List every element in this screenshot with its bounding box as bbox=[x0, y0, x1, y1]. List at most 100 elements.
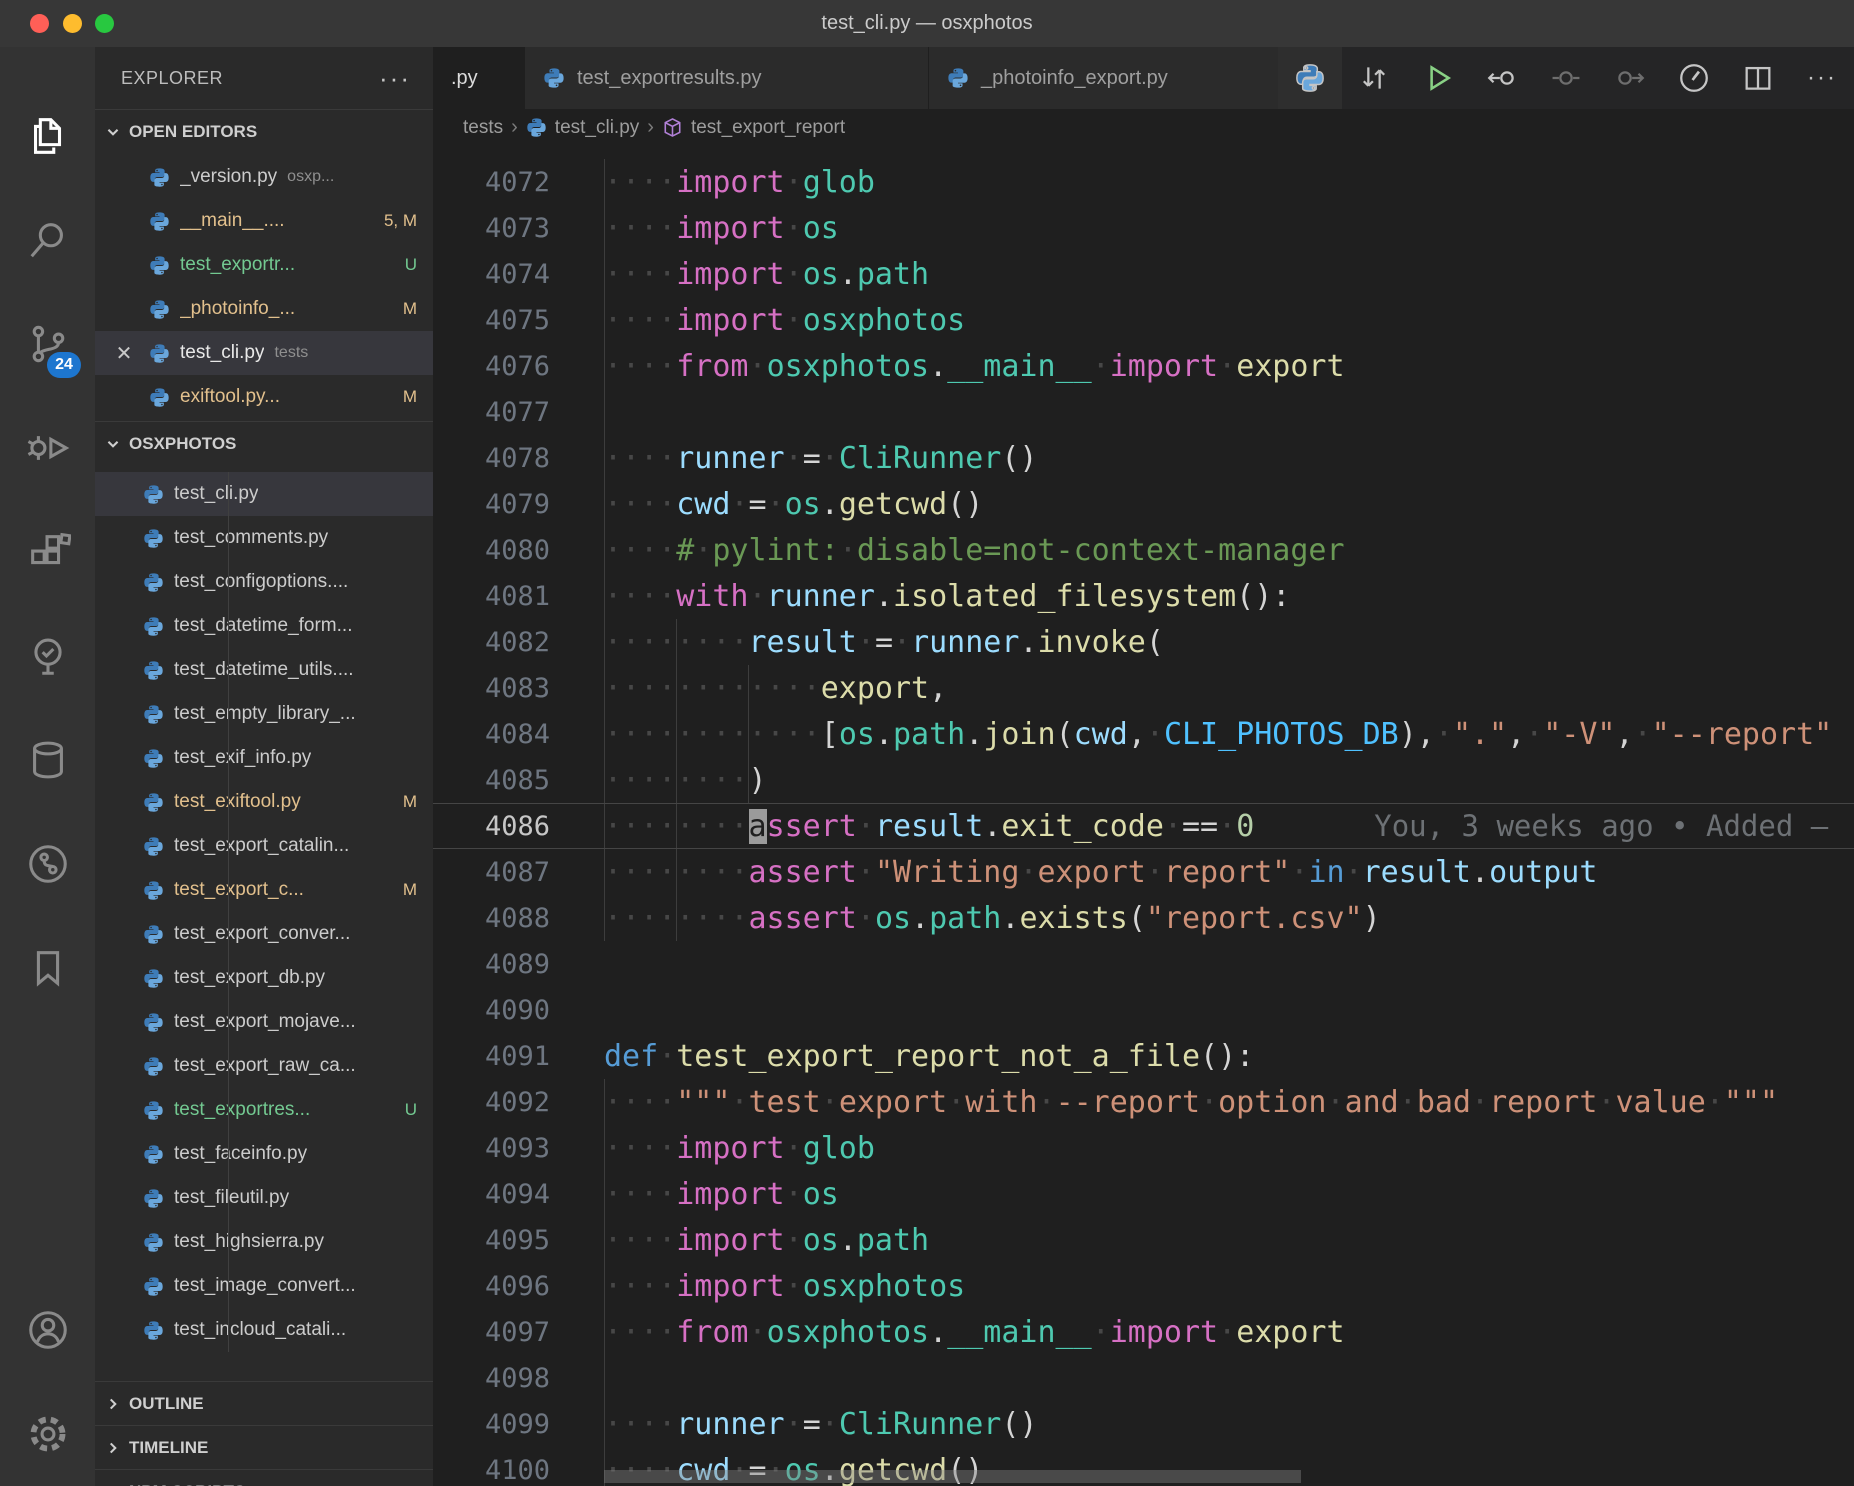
file-tree-item[interactable]: test_cli.py bbox=[95, 472, 433, 516]
git-blame-annotation: You, 3 weeks ago • Added – bbox=[1374, 809, 1828, 843]
file-tree-item[interactable]: test_export_mojave... bbox=[95, 1000, 433, 1044]
database-icon[interactable] bbox=[0, 720, 95, 800]
code-line[interactable]: 4093····import·glob bbox=[433, 1125, 1854, 1171]
code-line[interactable]: 4088········assert·os.path.exists("repor… bbox=[433, 895, 1854, 941]
step-over-icon[interactable] bbox=[1534, 47, 1598, 109]
section-header-outline[interactable]: OUTLINE bbox=[95, 1381, 433, 1425]
python-file-icon bbox=[143, 1276, 164, 1297]
tab--photoinfo-export-py[interactable]: _photoinfo_export.py bbox=[929, 47, 1287, 109]
code-line[interactable]: 4094····import·os bbox=[433, 1171, 1854, 1217]
code-line[interactable]: 4082········result·=·runner.invoke( bbox=[433, 619, 1854, 665]
file-tree-item[interactable]: test_export_db.py bbox=[95, 956, 433, 1000]
profile-icon[interactable] bbox=[1662, 47, 1726, 109]
code-line[interactable]: 4081····with·runner.isolated_filesystem(… bbox=[433, 573, 1854, 619]
file-tree-item[interactable]: test_datetime_utils.... bbox=[95, 648, 433, 692]
open-editor-item[interactable]: __main__....5, M bbox=[95, 199, 433, 243]
code-line[interactable]: 4097····from·osxphotos.__main__·import·e… bbox=[433, 1309, 1854, 1355]
code-line[interactable]: 4087········assert·"Writing·export·repor… bbox=[433, 849, 1854, 895]
code-line[interactable]: 4075····import·osxphotos bbox=[433, 297, 1854, 343]
file-tree-item[interactable]: test_export_c...M bbox=[95, 868, 433, 912]
file-tree-item[interactable]: test_highsierra.py bbox=[95, 1220, 433, 1264]
code-line[interactable]: 4095····import·os.path bbox=[433, 1217, 1854, 1263]
code-line[interactable]: 4084············[os.path.join(cwd,·CLI_P… bbox=[433, 711, 1854, 757]
code-line[interactable]: 4086········assert·result.exit_code·==·0… bbox=[433, 803, 1854, 849]
run-icon[interactable] bbox=[1406, 47, 1470, 109]
file-tree-item[interactable]: test_faceinfo.py bbox=[95, 1132, 433, 1176]
zoom-window-button[interactable] bbox=[95, 14, 114, 33]
file-tree-item[interactable]: test_exif_info.py bbox=[95, 736, 433, 780]
section-header-timeline[interactable]: TIMELINE bbox=[95, 1425, 433, 1469]
section-header-npm-scripts[interactable]: NPM SCRIPTS bbox=[95, 1469, 433, 1486]
file-tree-item[interactable]: test_empty_library_... bbox=[95, 692, 433, 736]
open-editor-item[interactable]: test_exportr...U bbox=[95, 243, 433, 287]
file-tree-item[interactable]: test_export_conver... bbox=[95, 912, 433, 956]
search-icon[interactable] bbox=[0, 200, 95, 280]
code-line[interactable]: 4073····import·os bbox=[433, 205, 1854, 251]
minimize-window-button[interactable] bbox=[63, 14, 82, 33]
open-editor-item[interactable]: _photoinfo_...M bbox=[95, 287, 433, 331]
code-line[interactable]: 4085········) bbox=[433, 757, 1854, 803]
open-editor-item[interactable]: _version.pyosxp... bbox=[95, 155, 433, 199]
source-control-icon[interactable]: 24 bbox=[0, 304, 95, 384]
code-line[interactable]: 4098 bbox=[433, 1355, 1854, 1401]
settings-icon[interactable] bbox=[0, 1394, 95, 1474]
code-line[interactable]: 4074····import·os.path bbox=[433, 251, 1854, 297]
testing-icon[interactable] bbox=[0, 616, 95, 696]
run-debug-icon[interactable] bbox=[0, 408, 95, 488]
tab--py[interactable]: .py bbox=[433, 47, 525, 109]
file-tree-item[interactable]: test_image_convert... bbox=[95, 1264, 433, 1308]
file-tree-item[interactable]: test_incloud_catali... bbox=[95, 1308, 433, 1352]
file-tree-item[interactable]: test_configoptions.... bbox=[95, 560, 433, 604]
file-tree-item[interactable]: test_datetime_form... bbox=[95, 604, 433, 648]
code-line[interactable]: 4077 bbox=[433, 389, 1854, 435]
line-number: 4093 bbox=[433, 1133, 550, 1164]
chevron-right-icon bbox=[105, 1440, 121, 1456]
tab-test-exportresults-py[interactable]: test_exportresults.py bbox=[525, 47, 929, 109]
open-editors-section-header[interactable]: OPEN EDITORS bbox=[95, 109, 433, 153]
step-forward-icon[interactable] bbox=[1598, 47, 1662, 109]
file-tree-item[interactable]: test_export_catalin... bbox=[95, 824, 433, 868]
code-line[interactable]: 4078····runner·=·CliRunner() bbox=[433, 435, 1854, 481]
explorer-icon[interactable] bbox=[0, 96, 95, 176]
file-tree-item[interactable]: test_exiftool.pyM bbox=[95, 780, 433, 824]
tree-indent-guide bbox=[228, 472, 229, 1352]
step-back-icon[interactable] bbox=[1470, 47, 1534, 109]
close-window-button[interactable] bbox=[30, 14, 49, 33]
breadcrumb-item[interactable]: test_export_report bbox=[662, 117, 845, 139]
open-editor-item[interactable]: ✕ test_cli.pytests bbox=[95, 331, 433, 375]
account-icon[interactable] bbox=[0, 1290, 95, 1370]
code-line[interactable]: 4072····import·glob bbox=[433, 159, 1854, 205]
file-tree-item[interactable]: test_export_raw_ca... bbox=[95, 1044, 433, 1088]
python-file-icon bbox=[143, 924, 164, 945]
bookmarks-icon[interactable] bbox=[0, 928, 95, 1008]
code-line[interactable]: 4079····cwd·=·os.getcwd() bbox=[433, 481, 1854, 527]
code-line[interactable]: 4083············export, bbox=[433, 665, 1854, 711]
extensions-icon[interactable] bbox=[0, 512, 95, 592]
code-text: ····import·os bbox=[604, 211, 839, 246]
python-logo-icon[interactable] bbox=[1278, 47, 1342, 109]
close-icon[interactable]: ✕ bbox=[109, 341, 139, 366]
file-tree-item[interactable]: test_fileutil.py bbox=[95, 1176, 433, 1220]
compare-changes-icon[interactable] bbox=[1342, 47, 1406, 109]
code-line[interactable]: 4090 bbox=[433, 987, 1854, 1033]
more-actions-icon[interactable]: ··· bbox=[1790, 47, 1854, 109]
code-line[interactable]: 4099····runner·=·CliRunner() bbox=[433, 1401, 1854, 1447]
gitlens-icon[interactable] bbox=[0, 824, 95, 904]
more-actions-icon[interactable]: ··· bbox=[379, 63, 411, 94]
code-line[interactable]: 4080····#·pylint:·disable=not-context-ma… bbox=[433, 527, 1854, 573]
split-editor-icon[interactable] bbox=[1726, 47, 1790, 109]
file-tree-item[interactable]: test_comments.py bbox=[95, 516, 433, 560]
breadcrumb-item[interactable]: test_cli.py bbox=[526, 117, 639, 139]
code-line[interactable]: 4092····"""·test·export·with·--report·op… bbox=[433, 1079, 1854, 1125]
open-editor-item[interactable]: exiftool.py...M bbox=[95, 375, 433, 419]
project-section-header[interactable]: OSXPHOTOS bbox=[95, 421, 433, 465]
file-tree-item[interactable]: test_exportres...U bbox=[95, 1088, 433, 1132]
code-line[interactable]: 4091def·test_export_report_not_a_file(): bbox=[433, 1033, 1854, 1079]
breadcrumb-item[interactable]: tests bbox=[463, 117, 503, 139]
code-line[interactable]: 4089 bbox=[433, 941, 1854, 987]
code-line[interactable]: 4076····from·osxphotos.__main__·import·e… bbox=[433, 343, 1854, 389]
horizontal-scrollbar[interactable] bbox=[604, 1470, 1301, 1483]
code-line[interactable]: 4096····import·osxphotos bbox=[433, 1263, 1854, 1309]
code-editor[interactable]: 4072····import·glob4073····import·os4074… bbox=[433, 146, 1854, 1486]
python-file-icon bbox=[143, 660, 164, 681]
